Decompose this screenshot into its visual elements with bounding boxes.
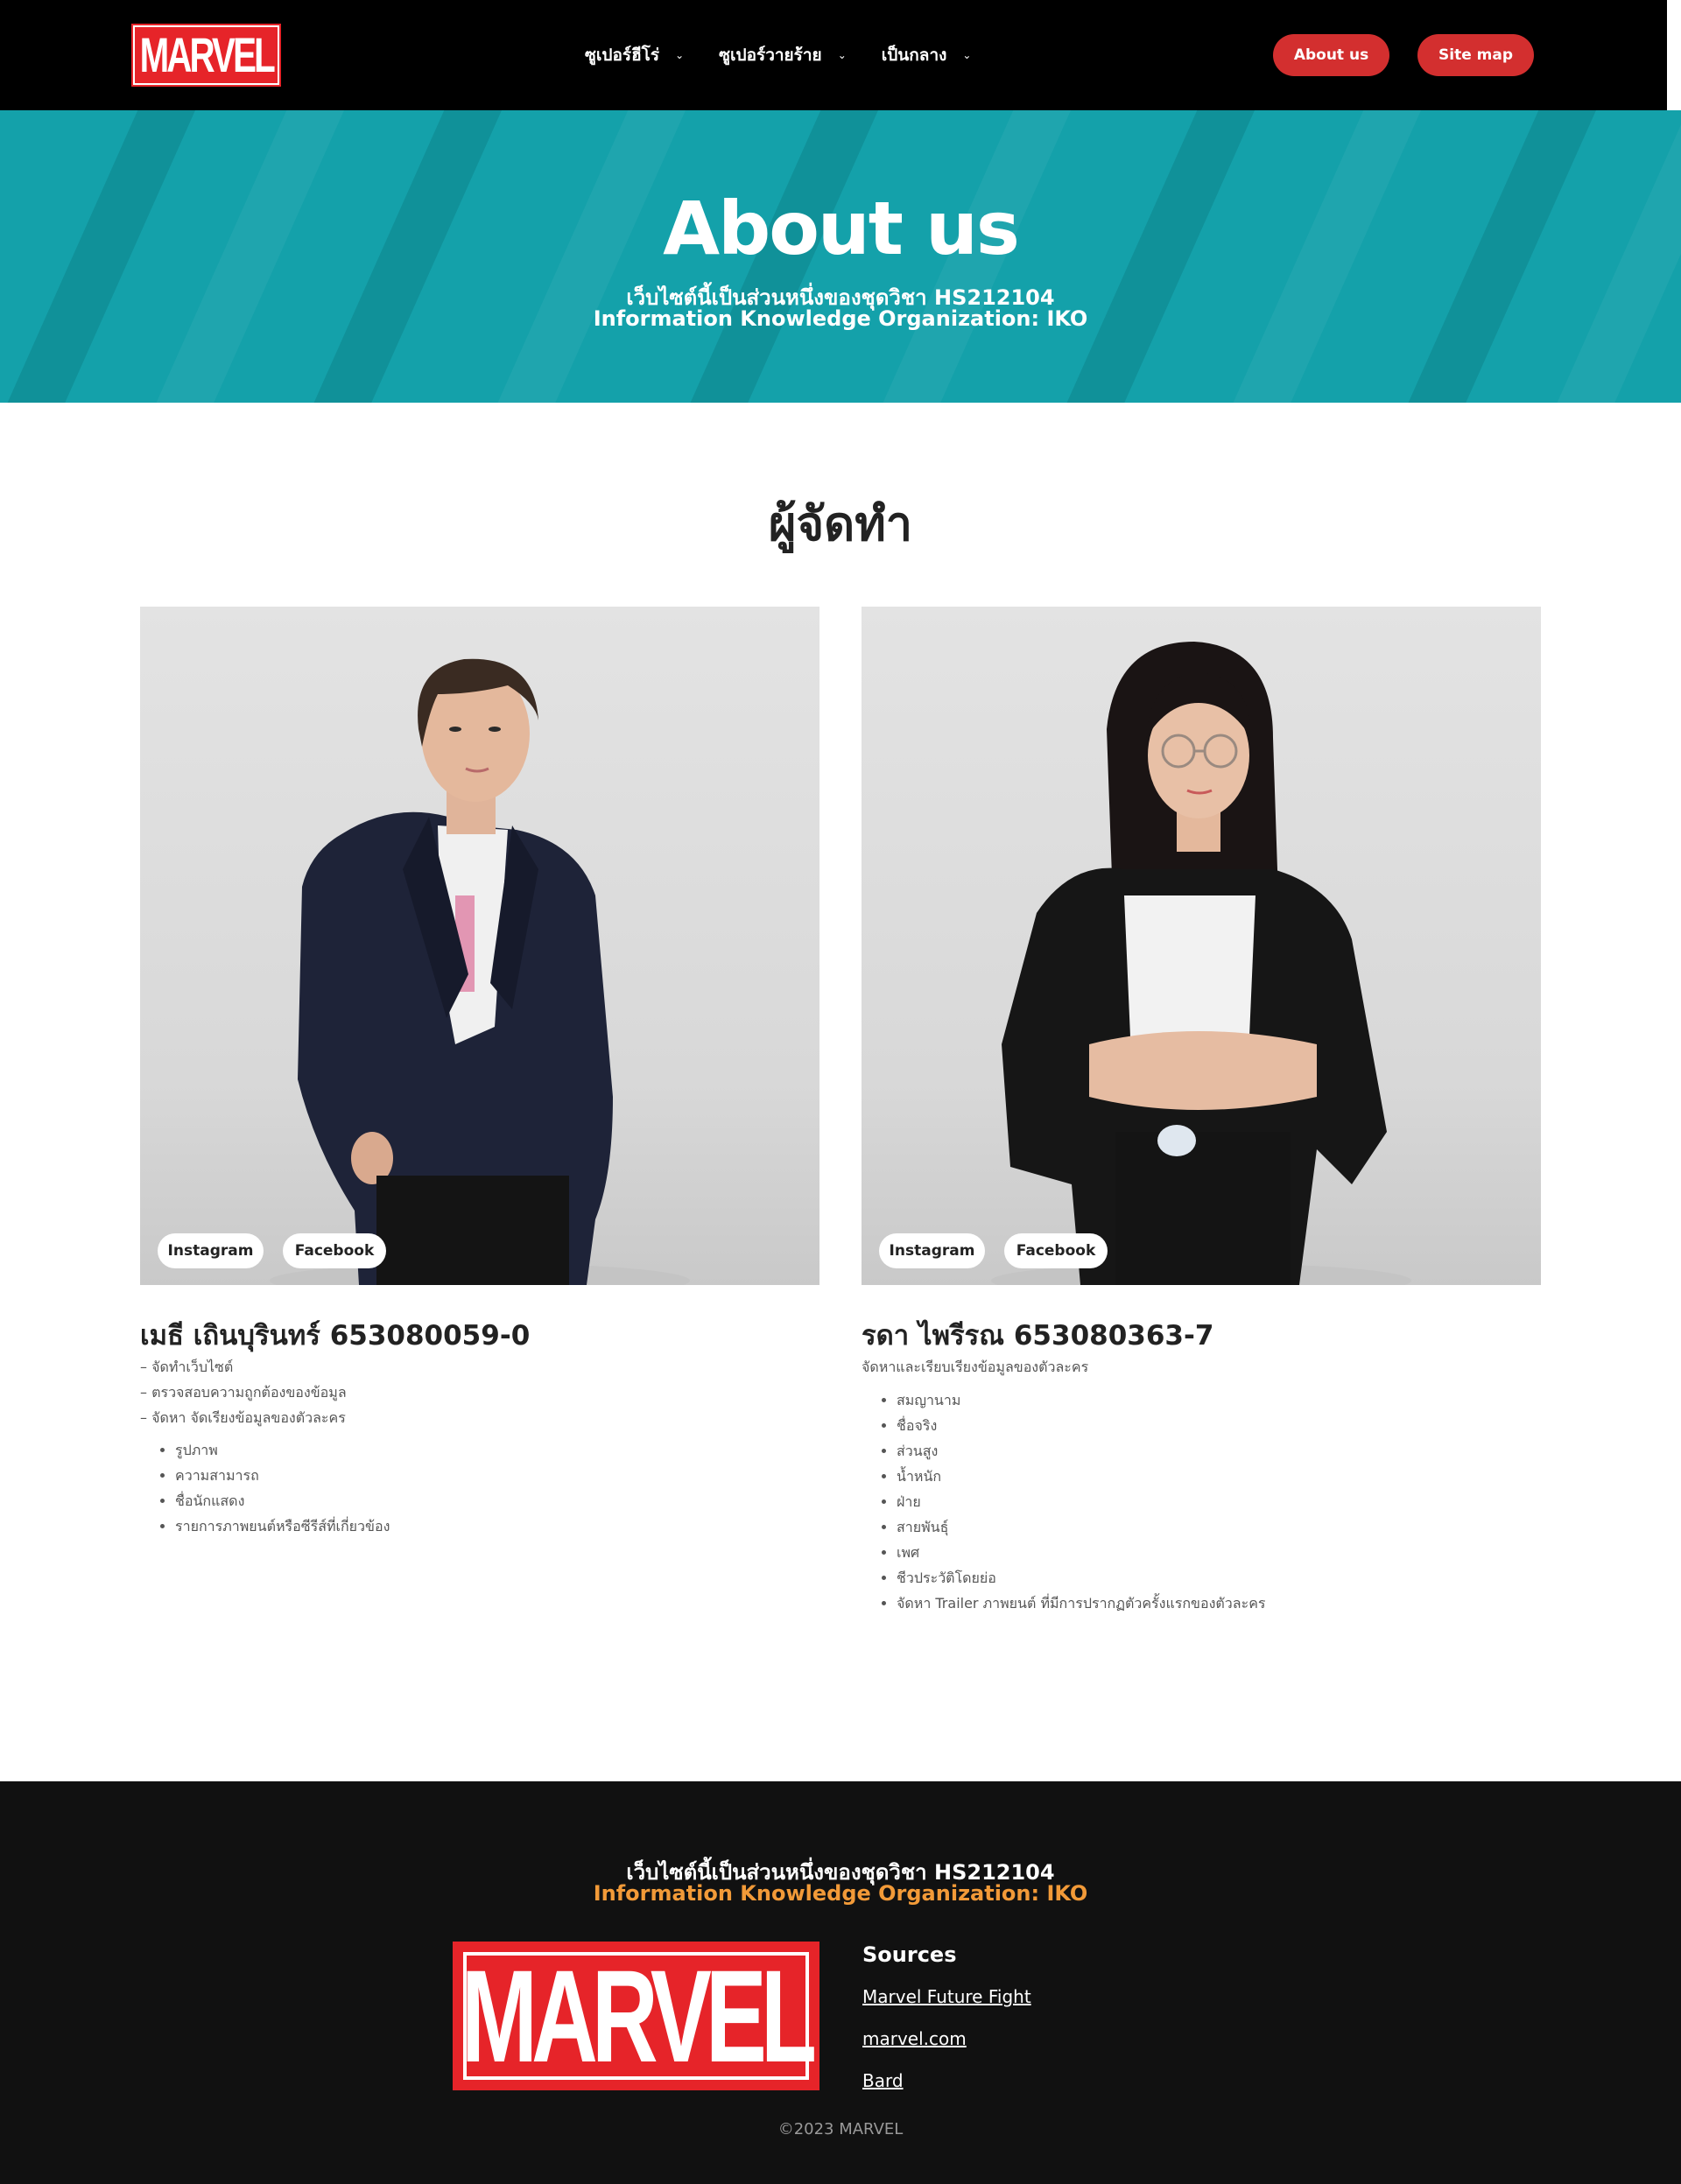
task-line: – ตรวจสอบความถูกต้องของข้อมูล: [140, 1384, 347, 1401]
list-item: สายพันธุ์: [897, 1514, 1265, 1540]
nav-supervillains[interactable]: ซูเปอร์วายร้าย ⌄: [719, 42, 847, 68]
section-title: ผู้จัดทำ: [768, 496, 913, 551]
task-line: – จัดทำเว็บไซต์: [140, 1359, 234, 1375]
main-nav: ซูเปอร์ฮีโร่ ⌄ ซูเปอร์วายร้าย ⌄ เป็นกลาง…: [585, 0, 1006, 110]
list-item: ความสามารถ: [175, 1463, 390, 1488]
footer-course-name: Information Knowledge Organization: IKO: [593, 1881, 1088, 1906]
task-line: จัดหาและเรียบเรียงข้อมูลของตัวละคร: [862, 1359, 1089, 1375]
list-item: รูปภาพ: [175, 1437, 390, 1463]
member-bullet-list: สมญานาม ชื่อจริง ส่วนสูง น้ำหนัก ฝ่าย สา…: [862, 1387, 1265, 1616]
list-item: ชื่อจริง: [897, 1413, 1265, 1438]
member-tasks: – จัดทำเว็บไซต์ – ตรวจสอบความถูกต้องของข…: [140, 1354, 347, 1430]
facebook-button[interactable]: Facebook: [1004, 1233, 1108, 1268]
chevron-down-icon: ⌄: [837, 49, 847, 61]
member-photo: Instagram Facebook: [140, 607, 819, 1285]
member-bullet-list: รูปภาพ ความสามารถ ชื่อนักแสดง รายการภาพย…: [140, 1437, 390, 1539]
list-item: ฝ่าย: [897, 1489, 1265, 1514]
task-line: – จัดหา จัดเรียงข้อมูลของตัวละคร: [140, 1409, 346, 1426]
site-map-button[interactable]: Site map: [1417, 34, 1534, 76]
chevron-down-icon: ⌄: [675, 49, 685, 61]
person-photo-illustration: [991, 642, 1411, 1285]
source-link-marvel-future-fight[interactable]: Marvel Future Fight: [862, 1986, 1031, 2007]
person-photo-illustration: [270, 658, 690, 1285]
source-link-marvel-com[interactable]: marvel.com: [862, 2028, 967, 2049]
member-photo: Instagram Facebook: [862, 607, 1541, 1285]
chevron-down-icon: ⌄: [962, 49, 972, 61]
member-name: รดา ไพรีรณ 653080363-7: [862, 1320, 1214, 1352]
list-item: เพศ: [897, 1540, 1265, 1565]
instagram-button[interactable]: Instagram: [879, 1233, 985, 1268]
list-item: น้ำหนัก: [897, 1464, 1265, 1489]
marvel-logo-large: MARVEL: [453, 1942, 819, 2090]
hero-subtitle-course: Information Knowledge Organization: IKO: [593, 306, 1088, 331]
list-item: ส่วนสูง: [897, 1438, 1265, 1464]
instagram-button[interactable]: Instagram: [158, 1233, 264, 1268]
page-title: About us: [663, 186, 1020, 271]
list-item: ชีวประวัติโดยย่อ: [897, 1565, 1265, 1591]
sources-heading: Sources: [862, 1942, 957, 1967]
site-header: MARVEL ซูเปอร์ฮีโร่ ⌄ ซูเปอร์วายร้าย ⌄ เ…: [0, 0, 1667, 110]
list-item: จัดหา Trailer ภาพยนต์ ที่มีการปรากฏตัวคร…: [897, 1591, 1265, 1616]
hero-banner: About us เว็บไซต์นี้เป็นส่วนหนึ่งของชุดว…: [0, 110, 1681, 403]
about-us-button[interactable]: About us: [1273, 34, 1389, 76]
site-footer: เว็บไซต์นี้เป็นส่วนหนึ่งของชุดวิชา HS212…: [0, 1781, 1681, 2184]
marvel-logo[interactable]: MARVEL: [131, 24, 281, 87]
list-item: สมญานาม: [897, 1387, 1265, 1413]
member-name: เมธี เถินบุรินทร์ 653080059-0: [140, 1320, 531, 1352]
member-tasks: จัดหาและเรียบเรียงข้อมูลของตัวละคร: [862, 1354, 1088, 1380]
copyright: ©2023 MARVEL: [777, 2120, 904, 2138]
source-link-bard[interactable]: Bard: [862, 2070, 904, 2091]
nav-neutral[interactable]: เป็นกลาง ⌄: [882, 42, 972, 68]
list-item: รายการภาพยนต์หรือซีรีส์ที่เกี่ยวข้อง: [175, 1513, 390, 1539]
list-item: ชื่อนักแสดง: [175, 1488, 390, 1513]
nav-superheroes[interactable]: ซูเปอร์ฮีโร่ ⌄: [585, 42, 684, 68]
facebook-button[interactable]: Facebook: [283, 1233, 386, 1268]
